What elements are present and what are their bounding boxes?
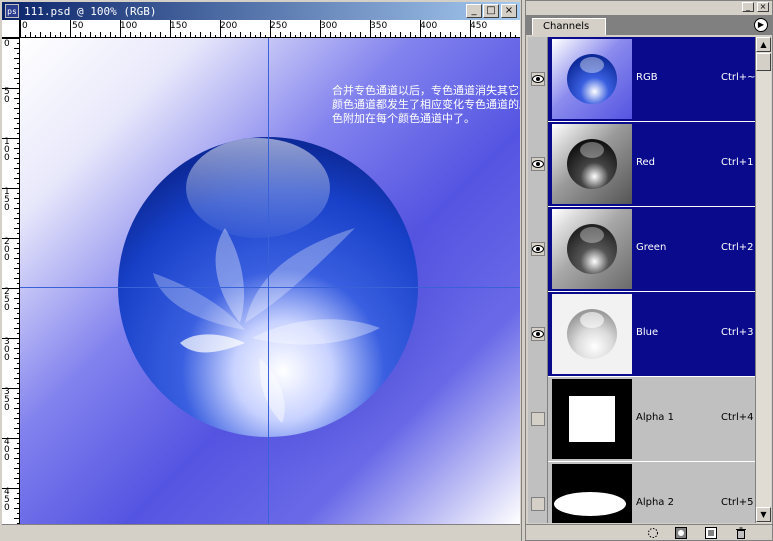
- visibility-toggle[interactable]: [528, 462, 548, 523]
- document-canvas[interactable]: 合并专色通道以后，专色通道消失其它的颜色通道都发生了相应变化专色通道的颜色附加在…: [20, 38, 520, 524]
- save-selection-icon[interactable]: [672, 526, 690, 540]
- canvas-annotation-text: 合并专色通道以后，专色通道消失其它的颜色通道都发生了相应变化专色通道的颜色附加在…: [332, 84, 520, 125]
- ruler-h-label: 150: [170, 21, 188, 31]
- close-button[interactable]: ×: [501, 4, 517, 18]
- palette-vertical-scrollbar[interactable]: ▲ ▼: [755, 37, 771, 523]
- ruler-h-label: 100: [120, 21, 138, 31]
- visibility-empty-box[interactable]: [531, 412, 545, 426]
- ruler-v-label: 200: [4, 237, 10, 263]
- palette-tabbar: Channels ▶: [526, 15, 772, 35]
- channel-row-alpha-1[interactable]: Alpha 1 Ctrl+4: [528, 377, 755, 462]
- guide-vertical[interactable]: [268, 38, 269, 524]
- ruler-origin[interactable]: [2, 20, 20, 38]
- channel-name: Green: [636, 242, 667, 253]
- ruler-vertical[interactable]: 0 50 100 150 200 250 300 350 400 450: [2, 38, 20, 524]
- document-title: 111.psd @ 100% (RGB): [24, 4, 157, 18]
- ruler-v-label: 350: [4, 387, 10, 413]
- document-titlebar[interactable]: ps 111.psd @ 100% (RGB) _ □ ×: [2, 2, 520, 20]
- channel-shortcut: Ctrl+~: [721, 72, 755, 83]
- document-window: ps 111.psd @ 100% (RGB) _ □ × 0 50 100 1…: [0, 0, 522, 541]
- ruler-h-label: 400: [420, 21, 438, 31]
- minimize-button[interactable]: _: [466, 4, 482, 18]
- ruler-v-label: 450: [4, 487, 10, 513]
- document-horizontal-scrollbar[interactable]: [2, 524, 520, 539]
- ruler-v-label: 150: [4, 187, 10, 213]
- palette-footer: [526, 524, 772, 540]
- ruler-h-label: 50: [72, 21, 84, 31]
- channel-name: Blue: [636, 327, 659, 338]
- visibility-toggle[interactable]: [528, 37, 548, 122]
- ruler-h-label: 450: [470, 21, 488, 31]
- palette-titlebar[interactable]: _ ×: [526, 1, 772, 14]
- ruler-v-label: 400: [4, 437, 10, 463]
- visibility-toggle[interactable]: [528, 207, 548, 292]
- visibility-toggle[interactable]: [528, 122, 548, 207]
- channel-shortcut: Ctrl+2: [721, 242, 754, 253]
- channel-shortcut: Ctrl+5: [721, 497, 754, 508]
- ruler-h-label: 250: [270, 21, 288, 31]
- guide-horizontal[interactable]: [20, 287, 520, 288]
- scrollbar-thumb[interactable]: [756, 53, 771, 71]
- channel-name: RGB: [636, 72, 658, 83]
- channel-thumbnail: [552, 39, 632, 119]
- ruler-v-label: 0: [4, 39, 10, 49]
- channel-list: RGB Ctrl+~ Red Ctrl+1 Green Ctrl+2 Blue …: [528, 37, 755, 523]
- eye-icon[interactable]: [531, 242, 545, 256]
- load-selection-icon[interactable]: [644, 526, 662, 540]
- ruler-v-label: 250: [4, 287, 10, 313]
- ruler-h-label: 200: [220, 21, 238, 31]
- visibility-toggle[interactable]: [528, 377, 548, 462]
- palette-close-button[interactable]: ×: [757, 2, 769, 12]
- ruler-h-label: 350: [370, 21, 388, 31]
- channel-shortcut: Ctrl+3: [721, 327, 754, 338]
- ruler-horizontal[interactable]: 0 50 100 150 200 250 300 350 400 450: [20, 20, 520, 38]
- channel-thumbnail: [552, 124, 632, 204]
- channel-thumbnail: [552, 294, 632, 374]
- visibility-empty-box[interactable]: [531, 497, 545, 511]
- channel-name: Red: [636, 157, 655, 168]
- channel-shortcut: Ctrl+4: [721, 412, 754, 423]
- channel-shortcut: Ctrl+1: [721, 157, 754, 168]
- ruler-h-label: 0: [22, 21, 28, 31]
- palette-menu-arrow-icon[interactable]: ▶: [754, 18, 768, 32]
- trash-icon[interactable]: [732, 526, 750, 540]
- ruler-v-label: 50: [4, 87, 10, 105]
- ruler-v-label: 100: [4, 137, 10, 163]
- eye-icon[interactable]: [531, 72, 545, 86]
- channel-row-alpha-2[interactable]: Alpha 2 Ctrl+5: [528, 462, 755, 523]
- channel-row-green[interactable]: Green Ctrl+2: [528, 207, 755, 292]
- visibility-toggle[interactable]: [528, 292, 548, 377]
- tab-channels[interactable]: Channels: [532, 18, 606, 35]
- eye-icon[interactable]: [531, 327, 545, 341]
- ruler-v-label: 300: [4, 337, 10, 363]
- photoshop-document-icon[interactable]: ps: [5, 4, 19, 18]
- channel-row-blue[interactable]: Blue Ctrl+3: [528, 292, 755, 377]
- eye-icon[interactable]: [531, 157, 545, 171]
- new-channel-icon[interactable]: [702, 526, 720, 540]
- channel-name: Alpha 1: [636, 412, 674, 423]
- maximize-button[interactable]: □: [483, 4, 499, 18]
- palette-minimize-button[interactable]: _: [742, 2, 754, 12]
- ruler-h-label: 300: [320, 21, 338, 31]
- channel-thumbnail: [552, 464, 632, 523]
- channel-thumbnail: [552, 209, 632, 289]
- channels-palette: _ × Channels ▶ RGB Ctrl+~ Red Ctrl+1 Gre…: [525, 0, 773, 541]
- scroll-down-arrow-icon[interactable]: ▼: [756, 507, 771, 522]
- channel-thumbnail: [552, 379, 632, 459]
- channel-row-red[interactable]: Red Ctrl+1: [528, 122, 755, 207]
- scroll-up-arrow-icon[interactable]: ▲: [756, 37, 771, 52]
- channel-name: Alpha 2: [636, 497, 674, 508]
- channel-row-rgb[interactable]: RGB Ctrl+~: [528, 37, 755, 122]
